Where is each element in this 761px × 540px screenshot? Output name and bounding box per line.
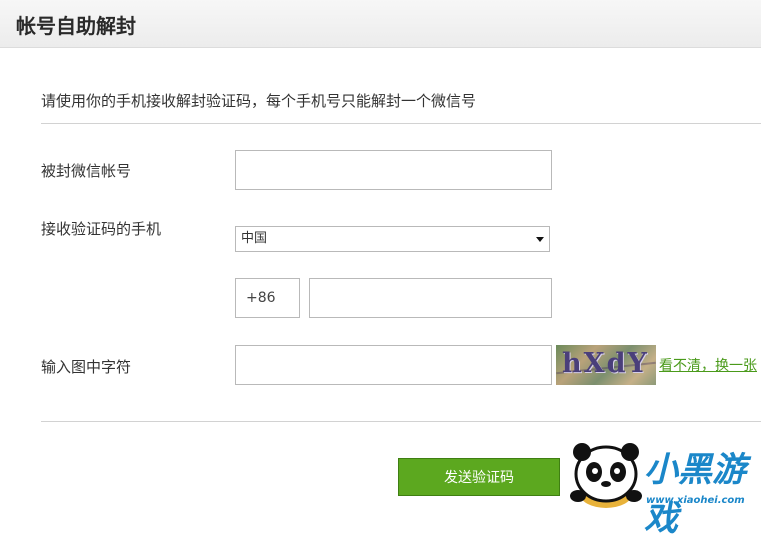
page-title: 帐号自助解封: [16, 14, 136, 38]
top-divider: [41, 123, 761, 124]
watermark-url: www.xiaohei.com: [646, 495, 745, 506]
intro-text: 请使用你的手机接收解封验证码，每个手机号只能解封一个微信号: [41, 92, 477, 110]
phone-input[interactable]: [309, 278, 552, 318]
captcha-input[interactable]: [235, 345, 552, 385]
dropdown-arrow-icon: [536, 237, 544, 242]
watermark-text: 小黑游戏: [644, 450, 746, 539]
captcha-image[interactable]: hXdY: [556, 345, 656, 385]
send-code-button[interactable]: 发送验证码: [398, 458, 560, 496]
account-label: 被封微信帐号: [41, 162, 132, 180]
country-select-value: 中国: [241, 231, 268, 246]
refresh-captcha-link[interactable]: 看不清，换一张: [659, 357, 757, 375]
account-input[interactable]: [235, 150, 552, 190]
watermark-logo: 小黑游戏 www.xiaohei.com: [566, 438, 761, 539]
phone-prefix: +86: [235, 278, 300, 318]
country-select[interactable]: 中国: [235, 226, 550, 252]
page-header: 帐号自助解封: [0, 0, 761, 48]
captcha-text: hXdY: [562, 348, 649, 379]
captcha-label: 输入图中字符: [41, 358, 132, 376]
phone-label: 接收验证码的手机: [41, 220, 162, 238]
panda-icon: [570, 443, 642, 508]
bottom-divider: [41, 421, 761, 422]
